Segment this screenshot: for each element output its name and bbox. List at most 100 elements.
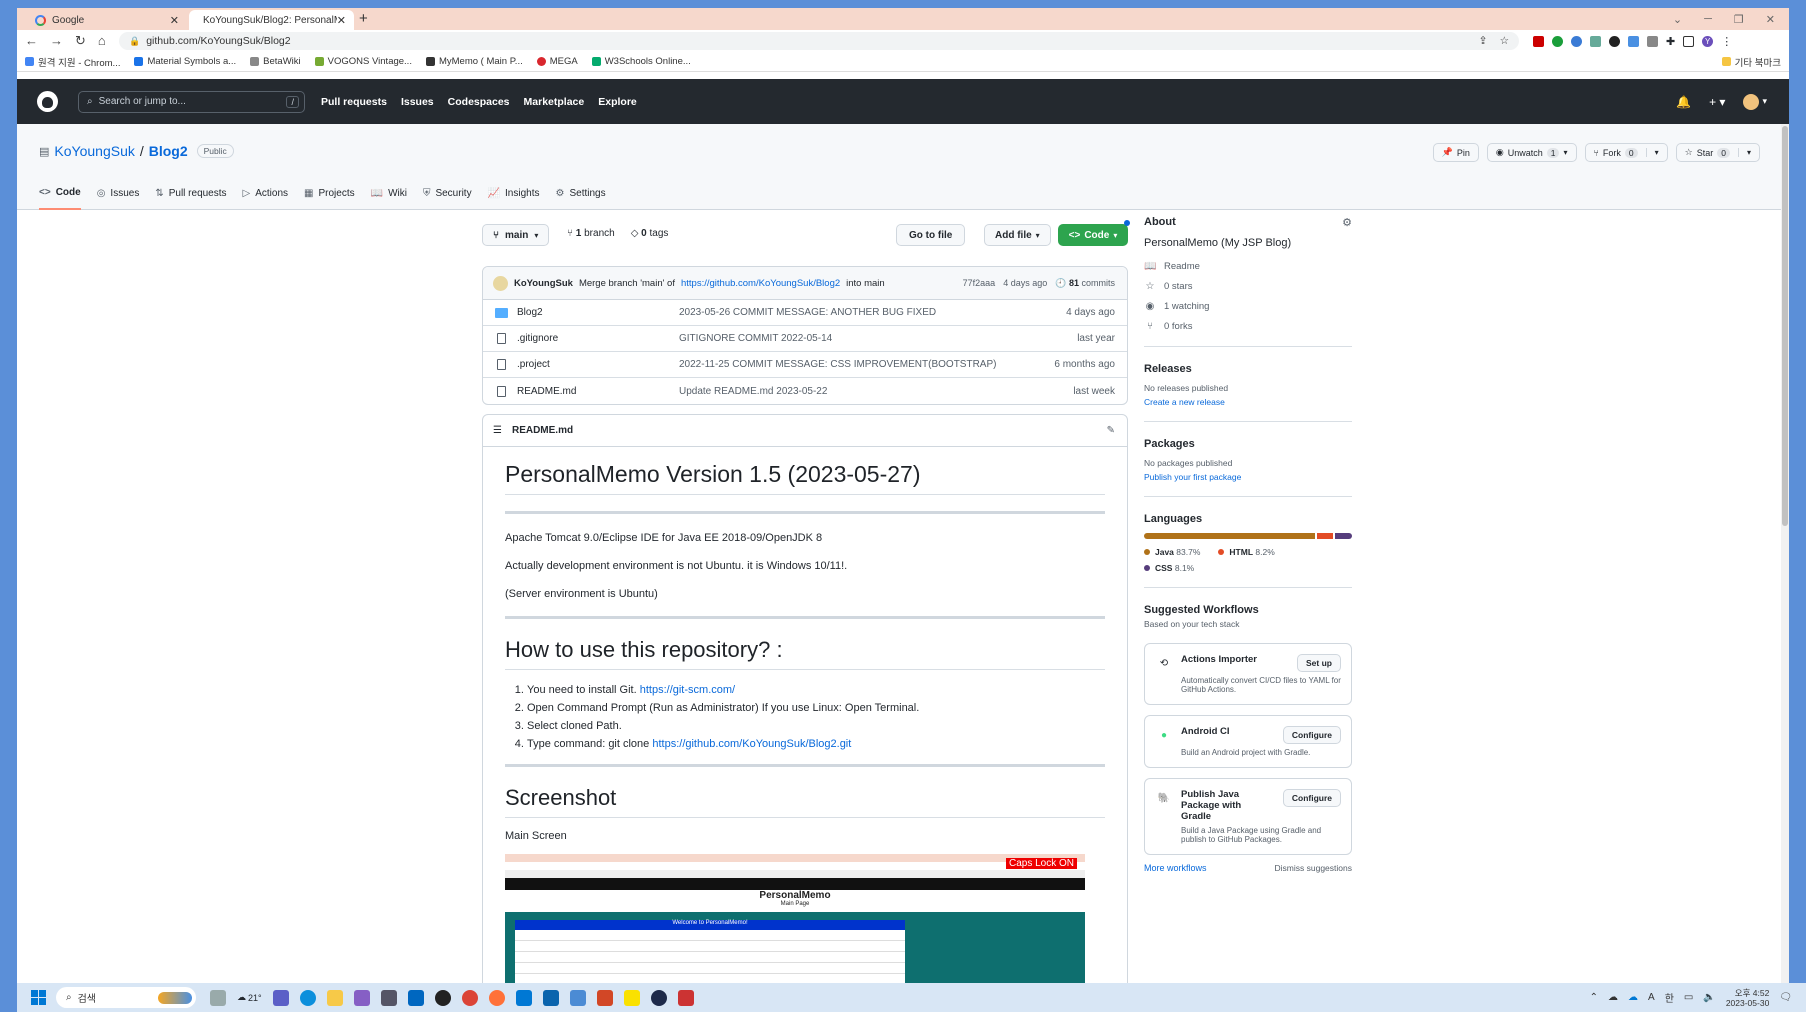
steam-icon[interactable] xyxy=(434,989,451,1006)
nav-marketplace[interactable]: Marketplace xyxy=(524,96,585,108)
home-icon[interactable]: ⌂ xyxy=(98,33,106,49)
close-icon[interactable]: ✕ xyxy=(170,14,179,27)
file-name[interactable]: .gitignore xyxy=(517,333,679,344)
chevron-down-icon[interactable]: ⌄ xyxy=(1673,13,1682,26)
circle-extension-icon[interactable] xyxy=(1609,35,1620,47)
store-icon[interactable] xyxy=(407,989,424,1006)
tab-projects[interactable]: ▦ Projects xyxy=(304,177,355,210)
file-commit-message[interactable]: Update README.md 2023-05-22 xyxy=(679,386,1027,397)
pencil-icon[interactable]: ✎ xyxy=(1107,425,1115,436)
user-menu[interactable]: ▾ xyxy=(1743,93,1767,110)
stars-link[interactable]: ☆ 0 stars xyxy=(1144,281,1352,292)
tab-github[interactable]: KoYoungSuk/Blog2: PersonalMe ✕ xyxy=(189,10,354,30)
network-cloud-icon[interactable]: ☁ xyxy=(1628,992,1638,1003)
file-row[interactable]: Blog2 2023-05-26 COMMIT MESSAGE: ANOTHER… xyxy=(483,300,1127,326)
forks-link[interactable]: ⑂ 0 forks xyxy=(1144,321,1352,332)
tab-security[interactable]: ⛨ Security xyxy=(423,177,472,210)
notepad-icon[interactable] xyxy=(569,989,586,1006)
file-row[interactable]: README.md Update README.md 2023-05-22 la… xyxy=(483,378,1127,404)
language-css[interactable]: CSS 8.1% xyxy=(1144,563,1194,573)
more-workflows-link[interactable]: More workflows xyxy=(1144,863,1207,873)
branch-select-button[interactable]: ⑂ main ▾ xyxy=(482,224,550,246)
bookmark-item[interactable]: VOGONS Vintage... xyxy=(314,56,412,67)
git-link[interactable]: https://git-scm.com/ xyxy=(640,684,735,696)
bell-icon[interactable]: 🔔 xyxy=(1676,95,1691,109)
nav-issues[interactable]: Issues xyxy=(401,96,434,108)
screenshot-image[interactable]: Caps Lock ON PersonalMemo Main Page Welco… xyxy=(505,854,1085,983)
minimize-icon[interactable]: ─ xyxy=(1704,13,1712,25)
microsoft-store-icon[interactable] xyxy=(515,989,532,1006)
bookmark-item[interactable]: 원격 지원 - Chrom... xyxy=(25,55,120,69)
shield-extension-icon[interactable] xyxy=(1552,35,1563,47)
chrome-icon[interactable] xyxy=(461,989,478,1006)
cloud-extension-icon[interactable] xyxy=(1571,35,1582,47)
clone-link[interactable]: https://github.com/KoYoungSuk/Blog2.git xyxy=(652,738,851,750)
repo-name-link[interactable]: Blog2 xyxy=(149,143,188,159)
setup-button[interactable]: Set up xyxy=(1297,654,1341,672)
taskbar-search-input[interactable]: ⌕ 검색 xyxy=(56,987,196,1008)
code-button[interactable]: <> Code ▾ xyxy=(1058,220,1130,246)
file-commit-message[interactable]: 2023-05-26 COMMIT MESSAGE: ANOTHER BUG F… xyxy=(679,307,1027,318)
close-icon[interactable]: ✕ xyxy=(337,14,346,27)
file-explorer-icon[interactable] xyxy=(326,989,343,1006)
close-window-icon[interactable]: ✕ xyxy=(1766,13,1775,26)
scrollbar-thumb[interactable] xyxy=(1782,126,1788,526)
nav-explore[interactable]: Explore xyxy=(598,96,637,108)
file-commit-message[interactable]: 2022-11-25 COMMIT MESSAGE: CSS IMPROVEME… xyxy=(679,359,1027,370)
tab-google[interactable]: Google ✕ xyxy=(27,10,187,30)
repo-owner-link[interactable]: KoYoungSuk xyxy=(54,143,134,159)
puzzle-icon[interactable]: ✚ xyxy=(1666,35,1675,48)
teams-icon[interactable] xyxy=(272,989,289,1006)
go-to-file-button[interactable]: Go to file xyxy=(896,224,966,246)
tab-actions[interactable]: ▷ Actions xyxy=(243,177,289,210)
list-icon[interactable]: ☰ xyxy=(493,425,502,436)
plus-icon[interactable]: + ▾ xyxy=(1709,95,1725,109)
gear-icon[interactable]: ⚙ xyxy=(1342,216,1352,229)
nav-codespaces[interactable]: Codespaces xyxy=(448,96,510,108)
messenger-icon[interactable] xyxy=(650,989,667,1006)
file-name[interactable]: Blog2 xyxy=(517,307,679,318)
commits-link[interactable]: 🕘 81 commits xyxy=(1055,278,1115,289)
publish-package-link[interactable]: Publish your first package xyxy=(1144,472,1352,482)
volume-icon[interactable]: 🔈 xyxy=(1703,992,1715,1003)
commit-hash[interactable]: 77f2aaa xyxy=(963,278,996,289)
back-icon[interactable]: ← xyxy=(25,33,38,49)
chevron-down-icon[interactable]: ▾ xyxy=(1645,148,1659,157)
bookmark-item[interactable]: Material Symbols a... xyxy=(134,56,236,67)
bookmark-star-icon[interactable]: ☆ xyxy=(1500,35,1509,47)
profile-avatar[interactable]: Y xyxy=(1702,35,1714,47)
pdf-extension-icon[interactable] xyxy=(1533,35,1544,47)
notification-icon[interactable]: 🗨 xyxy=(1779,992,1792,1003)
new-tab-icon[interactable]: + xyxy=(359,10,368,27)
weather-widget[interactable]: ☁ 21° xyxy=(237,990,262,1006)
create-release-link[interactable]: Create a new release xyxy=(1144,397,1352,407)
bookmark-item[interactable]: MEGA xyxy=(536,56,578,67)
language-java[interactable]: Java 83.7% xyxy=(1144,547,1200,557)
bookmark-item[interactable]: MyMemo ( Main P... xyxy=(425,56,523,67)
visual-studio-icon[interactable] xyxy=(353,989,370,1006)
bookmark-other-folder[interactable]: 기타 북마크 xyxy=(1721,55,1781,69)
photo-extension-icon[interactable] xyxy=(1590,35,1601,47)
tab-insights[interactable]: 📈 Insights xyxy=(488,177,540,210)
kakaotalk-icon[interactable] xyxy=(623,989,640,1006)
star-button[interactable]: ☆ Star 0 ▾ xyxy=(1675,143,1760,162)
tags-link[interactable]: ◇ 0 tags xyxy=(631,228,669,239)
firefox-icon[interactable] xyxy=(488,989,505,1006)
layers-extension-icon[interactable] xyxy=(1628,35,1639,47)
bookmark-item[interactable]: W3Schools Online... xyxy=(591,56,691,67)
restore-icon[interactable]: ❐ xyxy=(1734,13,1744,26)
branches-link[interactable]: ⑂ 1 branch xyxy=(567,228,615,239)
forward-icon[interactable]: → xyxy=(50,33,63,49)
sidepanel-icon[interactable] xyxy=(1683,35,1695,47)
configure-button[interactable]: Configure xyxy=(1282,789,1341,807)
commit-author[interactable]: KoYoungSuk xyxy=(514,278,573,289)
readme-link[interactable]: 📖 Readme xyxy=(1144,261,1352,272)
reload-icon[interactable]: ↻ xyxy=(75,33,86,49)
watching-link[interactable]: ◉ 1 watching xyxy=(1144,301,1352,312)
window-extension-icon[interactable] xyxy=(1647,35,1658,47)
font-icon[interactable]: A xyxy=(1648,992,1655,1003)
file-row[interactable]: .gitignore GITIGNORE COMMIT 2022-05-14 l… xyxy=(483,326,1127,352)
onedrive-icon[interactable]: ☁ xyxy=(1608,992,1618,1003)
github-logo-icon[interactable] xyxy=(37,91,58,112)
pin-button[interactable]: 📌 Pin xyxy=(1432,143,1479,162)
